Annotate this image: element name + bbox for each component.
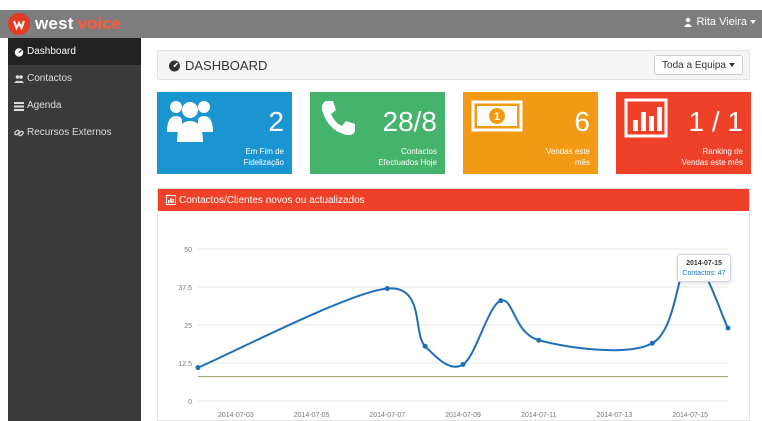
tooltip-date: 2014-07-15 [686, 260, 722, 267]
contacts-chart-panel: Contactos/Clientes novos ou actualizados… [157, 188, 750, 421]
data-point [422, 343, 428, 349]
data-point [460, 362, 466, 368]
y-tick-label: 25 [184, 323, 192, 330]
data-point [498, 298, 504, 304]
stat-card-vendas[interactable]: 1 6 Vendas este mês [463, 92, 598, 174]
stat-label-line2: mês [574, 158, 590, 167]
tooltip-value: Contactos: 47 [682, 270, 726, 277]
stat-card-contactos[interactable]: 28/8 Contactos Efectuados Hoje [310, 92, 445, 174]
stat-label: Ranking de Vendas este mês [682, 146, 743, 168]
dashboard-icon [14, 47, 24, 57]
list-icon [14, 101, 24, 111]
x-tick-label: 2014-07-07 [369, 412, 405, 419]
brand-name-part2: voice [77, 14, 122, 33]
series-line [197, 257, 729, 369]
link-icon [14, 129, 24, 136]
bar-chart-icon [624, 98, 668, 138]
sidebar-item-label: Contactos [27, 73, 73, 84]
brand-name-part1: west [35, 14, 74, 33]
stat-value: 6 [574, 106, 590, 137]
y-tick-label: 37.5 [178, 285, 192, 292]
brand-logo[interactable]: west voice [8, 12, 121, 36]
sidebar-item-contactos[interactable]: Contactos [8, 65, 141, 92]
svg-text:1: 1 [494, 111, 500, 123]
chart-tooltip: 2014-07-15 Contactos: 47 [677, 254, 731, 282]
x-tick-label: 2014-07-03 [218, 412, 254, 419]
sidebar-item-label: Recursos Externos [27, 127, 112, 138]
y-tick-label: 0 [188, 399, 192, 406]
stat-label: Contactos Efectuados Hoje [378, 146, 437, 168]
user-menu[interactable]: Rita Vieira [683, 16, 756, 28]
stat-label-line2: Efectuados Hoje [378, 158, 437, 167]
money-icon: 1 [471, 100, 523, 132]
sidebar-item-label: Agenda [27, 100, 62, 111]
data-point [536, 337, 542, 343]
stat-label: Vendas este mês [546, 146, 590, 168]
stat-label-line2: Fidelização [243, 158, 284, 167]
logo-icon [8, 13, 30, 35]
chevron-down-icon [729, 63, 735, 67]
line-chart[interactable]: 0 12.5 25 37.5 50 2014-07-03 2014-07-05 2014-07… [158, 211, 749, 421]
panel-title: Contactos/Clientes novos ou actualizados [179, 194, 365, 206]
page-title-text: DASHBOARD [185, 58, 268, 73]
sidebar: Dashboard Contactos Agenda Recursos Exte… [8, 38, 141, 421]
x-tick-label: 2014-07-05 [294, 412, 330, 419]
x-tick-label: 2014-07-15 [672, 412, 708, 419]
stat-card-fidelizacao[interactable]: 2 Em Fim de Fidelização [157, 92, 292, 174]
data-point [195, 365, 201, 371]
page-title: DASHBOARD [168, 58, 267, 73]
user-icon [684, 17, 693, 27]
data-point [384, 286, 390, 292]
data-point [725, 325, 731, 331]
stat-label-line1: Contactos [400, 147, 437, 156]
stat-label-line1: Ranking de [702, 147, 743, 156]
area-chart-icon [166, 195, 176, 205]
y-tick-label: 50 [184, 247, 192, 254]
stat-value: 2 [268, 106, 284, 137]
data-point [649, 340, 655, 346]
team-dropdown-label: Toda a Equipa [662, 59, 726, 71]
sidebar-item-agenda[interactable]: Agenda [8, 92, 141, 119]
phone-icon [321, 101, 355, 136]
x-tick-label: 2014-07-13 [597, 412, 633, 419]
dashboard-icon [169, 60, 180, 72]
stat-label-line1: Vendas este [545, 147, 590, 156]
stat-label: Em Fim de Fidelização [244, 146, 284, 168]
dashboard-header: DASHBOARD Toda a Equipa [157, 50, 750, 80]
sidebar-item-dashboard[interactable]: Dashboard [8, 38, 141, 65]
panel-heading: Contactos/Clientes novos ou actualizados [158, 189, 749, 211]
x-tick-label: 2014-07-09 [445, 412, 481, 419]
team-dropdown-button[interactable]: Toda a Equipa [654, 55, 743, 75]
stat-card-ranking[interactable]: 1 / 1 Ranking de Vendas este mês [616, 92, 751, 174]
sidebar-item-recursos-externos[interactable]: Recursos Externos [8, 119, 141, 146]
user-name: Rita Vieira [696, 16, 747, 28]
stat-value: 28/8 [382, 106, 438, 137]
x-tick-label: 2014-07-11 [521, 412, 556, 419]
users-icon [14, 74, 24, 83]
stat-label-line1: Em Fim de [245, 147, 284, 156]
sidebar-item-label: Dashboard [27, 46, 76, 57]
y-tick-label: 12.5 [178, 361, 192, 368]
top-navbar: west voice Rita Vieira [0, 10, 762, 38]
stat-value: 1 / 1 [688, 106, 743, 137]
main-content: DASHBOARD Toda a Equipa 2 Em Fim de Fide… [141, 38, 762, 421]
stat-label-line2: Vendas este mês [681, 158, 743, 167]
chevron-down-icon [750, 20, 756, 24]
users-icon [167, 101, 213, 142]
